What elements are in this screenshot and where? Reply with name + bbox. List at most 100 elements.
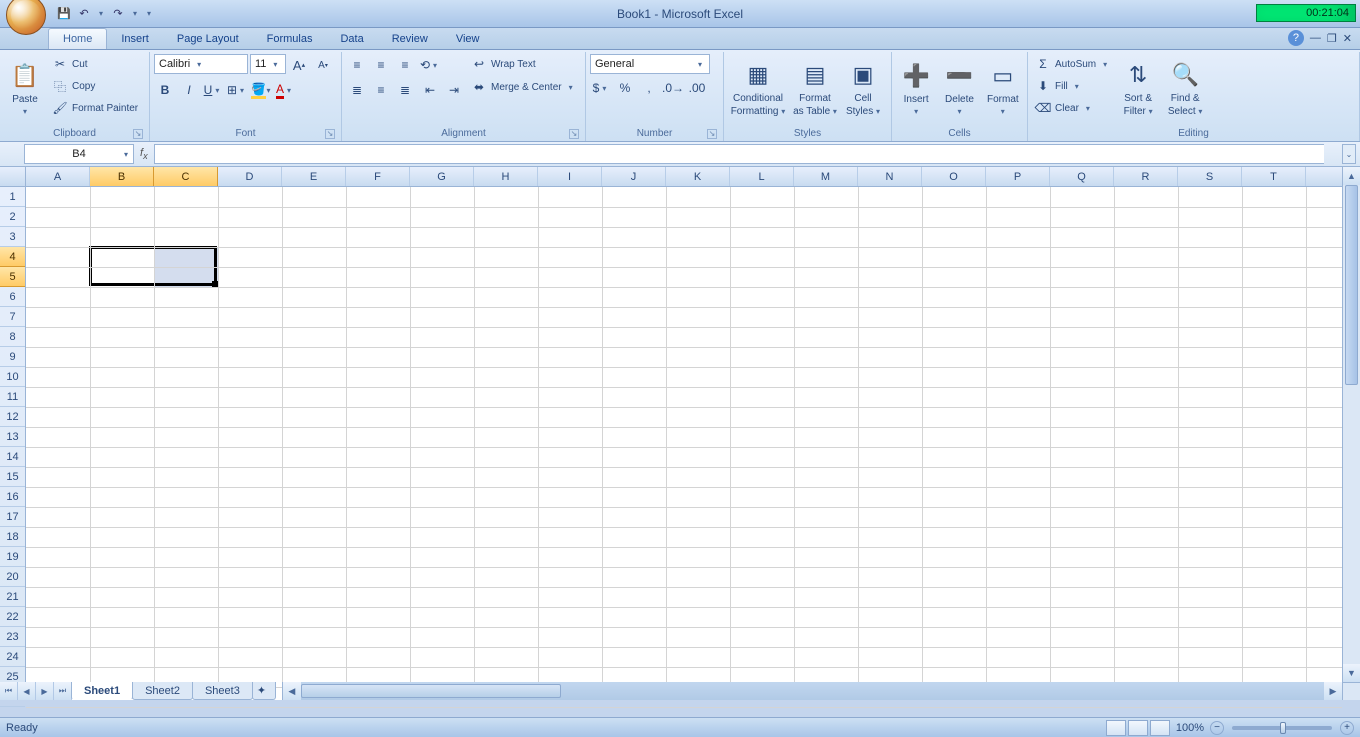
- row-header-2[interactable]: 2: [0, 207, 25, 227]
- row-header-13[interactable]: 13: [0, 427, 25, 447]
- copy-button[interactable]: ⿻Copy: [49, 76, 141, 96]
- fill-color-button[interactable]: 🪣▾: [250, 79, 272, 101]
- wrap-text-button[interactable]: ↩Wrap Text: [468, 54, 579, 74]
- qat-customize-dropdown[interactable]: ▾: [144, 6, 154, 22]
- column-header-B[interactable]: B: [90, 167, 154, 186]
- percent-button[interactable]: %: [614, 77, 636, 99]
- autosum-button[interactable]: ΣAutoSum▾: [1032, 54, 1113, 74]
- new-sheet-button[interactable]: ✦: [252, 682, 276, 700]
- italic-button[interactable]: I: [178, 79, 200, 101]
- select-all-corner[interactable]: [0, 167, 26, 187]
- help-icon[interactable]: ?: [1288, 30, 1304, 46]
- cells-area[interactable]: [26, 187, 1342, 682]
- paste-dropdown[interactable]: ▾: [20, 107, 30, 116]
- column-header-E[interactable]: E: [282, 167, 346, 186]
- scroll-right-button[interactable]: ▶: [1324, 682, 1342, 700]
- underline-button[interactable]: U▾: [202, 79, 224, 101]
- tab-nav-last[interactable]: ⏭: [54, 682, 72, 700]
- column-header-P[interactable]: P: [986, 167, 1050, 186]
- border-button[interactable]: ⊞▾: [226, 79, 248, 101]
- row-header-1[interactable]: 1: [0, 187, 25, 207]
- column-header-C[interactable]: C: [154, 167, 218, 186]
- delete-button[interactable]: ➖Delete▾: [939, 54, 979, 122]
- column-header-N[interactable]: N: [858, 167, 922, 186]
- column-header-H[interactable]: H: [474, 167, 538, 186]
- tab-view[interactable]: View: [442, 29, 494, 49]
- clear-button[interactable]: ⌫Clear▾: [1032, 98, 1113, 118]
- column-header-G[interactable]: G: [410, 167, 474, 186]
- font-name-combo[interactable]: Calibri▾: [154, 54, 248, 74]
- column-header-K[interactable]: K: [666, 167, 730, 186]
- conditional-formatting-button[interactable]: ▦ Conditional Formatting ▾: [728, 54, 788, 122]
- paste-button[interactable]: 📋 Paste ▾: [4, 54, 46, 122]
- shrink-font-button[interactable]: A▾: [312, 54, 334, 76]
- fill-button[interactable]: ⬇Fill▾: [1032, 76, 1113, 96]
- sheet-tab-1[interactable]: Sheet1: [71, 682, 133, 700]
- tab-page-layout[interactable]: Page Layout: [163, 29, 253, 49]
- sheet-tab-3[interactable]: Sheet3: [192, 682, 253, 700]
- column-header-R[interactable]: R: [1114, 167, 1178, 186]
- column-header-M[interactable]: M: [794, 167, 858, 186]
- column-header-J[interactable]: J: [602, 167, 666, 186]
- sort-filter-button[interactable]: ⇅ Sort & Filter ▾: [1116, 54, 1160, 122]
- orientation-button[interactable]: ⟲▾: [419, 54, 441, 76]
- column-header-D[interactable]: D: [218, 167, 282, 186]
- font-size-combo[interactable]: 11▾: [250, 54, 286, 74]
- scroll-down-button[interactable]: ▼: [1343, 664, 1360, 682]
- save-icon[interactable]: 💾: [56, 6, 72, 22]
- normal-view-button[interactable]: [1106, 720, 1126, 736]
- align-bottom-button[interactable]: ≡: [394, 54, 416, 76]
- row-header-19[interactable]: 19: [0, 547, 25, 567]
- tab-nav-next[interactable]: ▶: [36, 682, 54, 700]
- sheet-tab-2[interactable]: Sheet2: [132, 682, 193, 700]
- redo-dropdown[interactable]: ▾: [130, 6, 140, 22]
- comma-button[interactable]: ,: [638, 77, 660, 99]
- scroll-left-button[interactable]: ◀: [283, 682, 301, 700]
- increase-indent-button[interactable]: ⇥: [443, 79, 465, 101]
- format-as-table-button[interactable]: ▤ Format as Table ▾: [791, 54, 839, 122]
- cell-styles-button[interactable]: ▣ Cell Styles ▾: [842, 54, 884, 122]
- zoom-out-button[interactable]: −: [1210, 721, 1224, 735]
- merge-center-button[interactable]: ⬌Merge & Center▾: [468, 77, 579, 97]
- zoom-in-button[interactable]: +: [1340, 721, 1354, 735]
- formula-input[interactable]: [154, 144, 1324, 164]
- align-middle-button[interactable]: ≡: [370, 54, 392, 76]
- row-header-23[interactable]: 23: [0, 627, 25, 647]
- scroll-up-button[interactable]: ▲: [1343, 167, 1360, 185]
- tab-formulas[interactable]: Formulas: [253, 29, 327, 49]
- row-header-21[interactable]: 21: [0, 587, 25, 607]
- close-icon[interactable]: ✕: [1343, 32, 1352, 45]
- horizontal-scroll-thumb[interactable]: [301, 684, 561, 698]
- column-header-A[interactable]: A: [26, 167, 90, 186]
- align-center-button[interactable]: ≡: [370, 79, 392, 101]
- tab-nav-first[interactable]: ⏮: [0, 682, 18, 700]
- bold-button[interactable]: B: [154, 79, 176, 101]
- align-left-button[interactable]: ≣: [346, 79, 368, 101]
- format-painter-button[interactable]: 🖌Format Painter: [49, 98, 141, 118]
- row-header-10[interactable]: 10: [0, 367, 25, 387]
- row-header-6[interactable]: 6: [0, 287, 25, 307]
- tab-home[interactable]: Home: [48, 28, 107, 49]
- formula-bar-expand[interactable]: ⌄: [1342, 144, 1356, 164]
- find-select-button[interactable]: 🔍 Find & Select ▾: [1163, 54, 1207, 122]
- row-header-3[interactable]: 3: [0, 227, 25, 247]
- increase-decimal-button[interactable]: .0→: [662, 77, 684, 99]
- tab-data[interactable]: Data: [326, 29, 377, 49]
- tab-review[interactable]: Review: [378, 29, 442, 49]
- column-header-F[interactable]: F: [346, 167, 410, 186]
- row-header-20[interactable]: 20: [0, 567, 25, 587]
- row-header-16[interactable]: 16: [0, 487, 25, 507]
- cut-button[interactable]: ✂Cut: [49, 54, 141, 74]
- number-format-combo[interactable]: General▾: [590, 54, 710, 74]
- tab-insert[interactable]: Insert: [107, 29, 163, 49]
- zoom-knob[interactable]: [1280, 722, 1286, 734]
- grow-font-button[interactable]: A▴: [288, 54, 310, 76]
- zoom-level[interactable]: 100%: [1176, 722, 1204, 734]
- row-header-22[interactable]: 22: [0, 607, 25, 627]
- page-layout-view-button[interactable]: [1128, 720, 1148, 736]
- row-header-11[interactable]: 11: [0, 387, 25, 407]
- name-box[interactable]: B4▾: [24, 144, 134, 164]
- number-expander[interactable]: ↘: [707, 129, 717, 139]
- vertical-scrollbar[interactable]: ▲ ▼: [1342, 167, 1360, 682]
- decrease-decimal-button[interactable]: .00: [686, 77, 708, 99]
